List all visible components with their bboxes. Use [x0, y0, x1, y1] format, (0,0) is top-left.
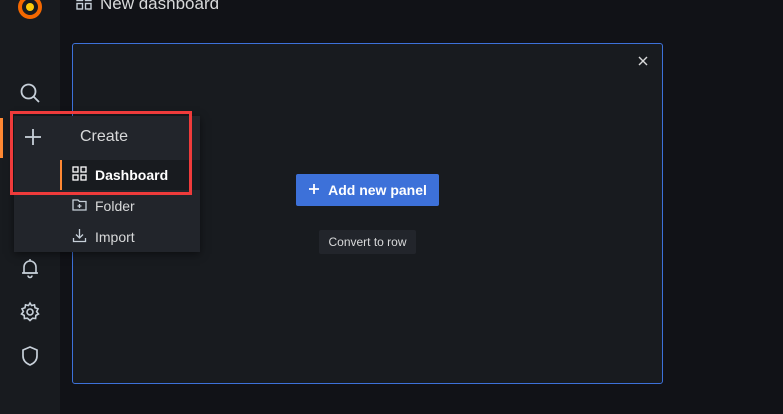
grafana-logo-icon[interactable] [0, 0, 60, 22]
page-header: New dashboard [76, 0, 219, 14]
grafana-app: New dashboard Add new panel Convert to r… [0, 0, 783, 414]
menu-item-dashboard[interactable]: Dashboard [60, 160, 200, 190]
create-menu-trigger[interactable] [14, 116, 60, 158]
folder-plus-icon [72, 197, 87, 215]
menu-item-import[interactable]: Import [60, 222, 200, 252]
bell-icon[interactable] [0, 250, 60, 286]
plus-icon [25, 129, 41, 145]
menu-item-label: Dashboard [95, 167, 169, 183]
close-icon[interactable] [636, 54, 650, 68]
menu-item-label: Import [95, 229, 135, 245]
convert-to-row-button[interactable]: Convert to row [319, 230, 416, 254]
shield-icon[interactable] [0, 338, 60, 374]
add-new-panel-label: Add new panel [328, 182, 427, 198]
search-icon[interactable] [0, 75, 60, 111]
create-menu-header: Create [80, 128, 129, 145]
menu-item-label: Folder [95, 198, 135, 214]
plus-icon [308, 182, 320, 198]
import-icon [72, 228, 87, 246]
create-menu: Create Dashboard Folder Import [14, 116, 200, 252]
menu-item-folder[interactable]: Folder [60, 191, 200, 221]
dashboard-grid-icon [72, 166, 87, 184]
page-title[interactable]: New dashboard [100, 0, 219, 14]
add-new-panel-button[interactable]: Add new panel [296, 174, 439, 206]
dashboard-grid-icon [76, 0, 92, 15]
gear-icon[interactable] [0, 294, 60, 330]
